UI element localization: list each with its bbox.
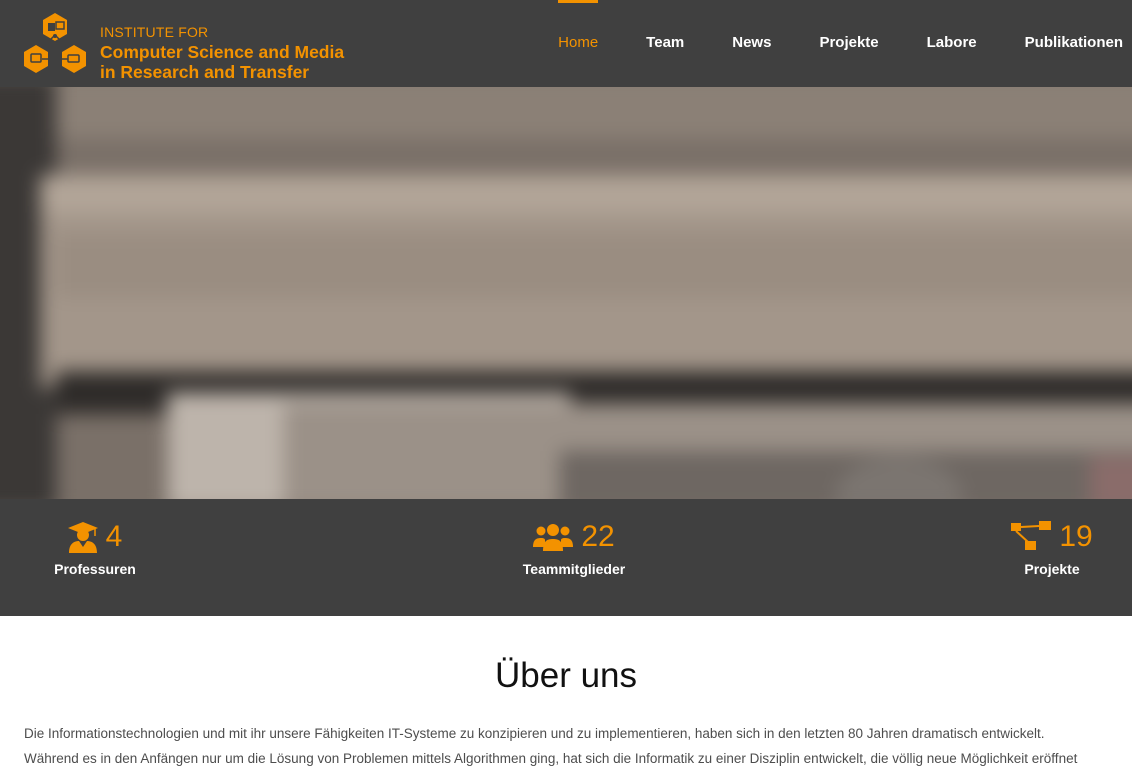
nav-item-projekte[interactable]: Projekte [795,0,902,87]
logo-line-1: INSTITUTE FOR [100,24,209,40]
stat-value-teammitglieder: 22 [581,520,615,553]
hero-background-image [0,87,1132,499]
site-header: INSTITUTE FOR Computer Science and Media… [0,0,1132,87]
institute-name[interactable]: INSTITUTE FOR Computer Science and Media… [100,22,344,82]
graduate-icon [67,522,98,553]
logo-line-2: Computer Science and Media [100,42,345,62]
about-section: Über uns Die Informationstechnologien un… [0,616,1132,769]
nav-item-team[interactable]: Team [622,0,708,87]
about-text: Die Informationstechnologien und mit ihr… [24,721,1122,771]
about-title: Über uns [494,656,638,695]
logo-line-3: in Research and Transfer [100,62,310,82]
stat-professuren: 4 Professuren [50,520,140,578]
stats-bar: 4 Professuren 22 Teammitglieder 19 Proje… [0,499,1132,616]
institute-logo-icon[interactable] [22,12,90,78]
stat-label-teammitglieder: Teammitglieder [522,561,626,577]
about-text-line-2: Während es in den Anfängen nur um die Lö… [24,751,1078,766]
stat-label-professuren: Professuren [54,561,136,577]
stat-value-projekte: 19 [1059,520,1093,553]
stat-value-professuren: 4 [105,520,123,553]
nav-item-publikationen[interactable]: Publikationen [1001,0,1123,87]
nav-item-news[interactable]: News [708,0,795,87]
about-text-line-1: Die Informationstechnologien und mit ihr… [24,726,1045,741]
stat-projekte: 19 Projekte [1002,521,1102,577]
main-nav: Home Team News Projekte Labore Publikati… [534,0,1123,87]
hero-image [0,87,1132,499]
project-tree-icon [1011,521,1052,550]
users-icon [533,524,574,551]
nav-item-home[interactable]: Home [534,0,622,87]
nav-item-labore[interactable]: Labore [903,0,1001,87]
stat-teammitglieder: 22 Teammitglieder [514,520,634,578]
stat-label-projekte: Projekte [1024,561,1080,577]
